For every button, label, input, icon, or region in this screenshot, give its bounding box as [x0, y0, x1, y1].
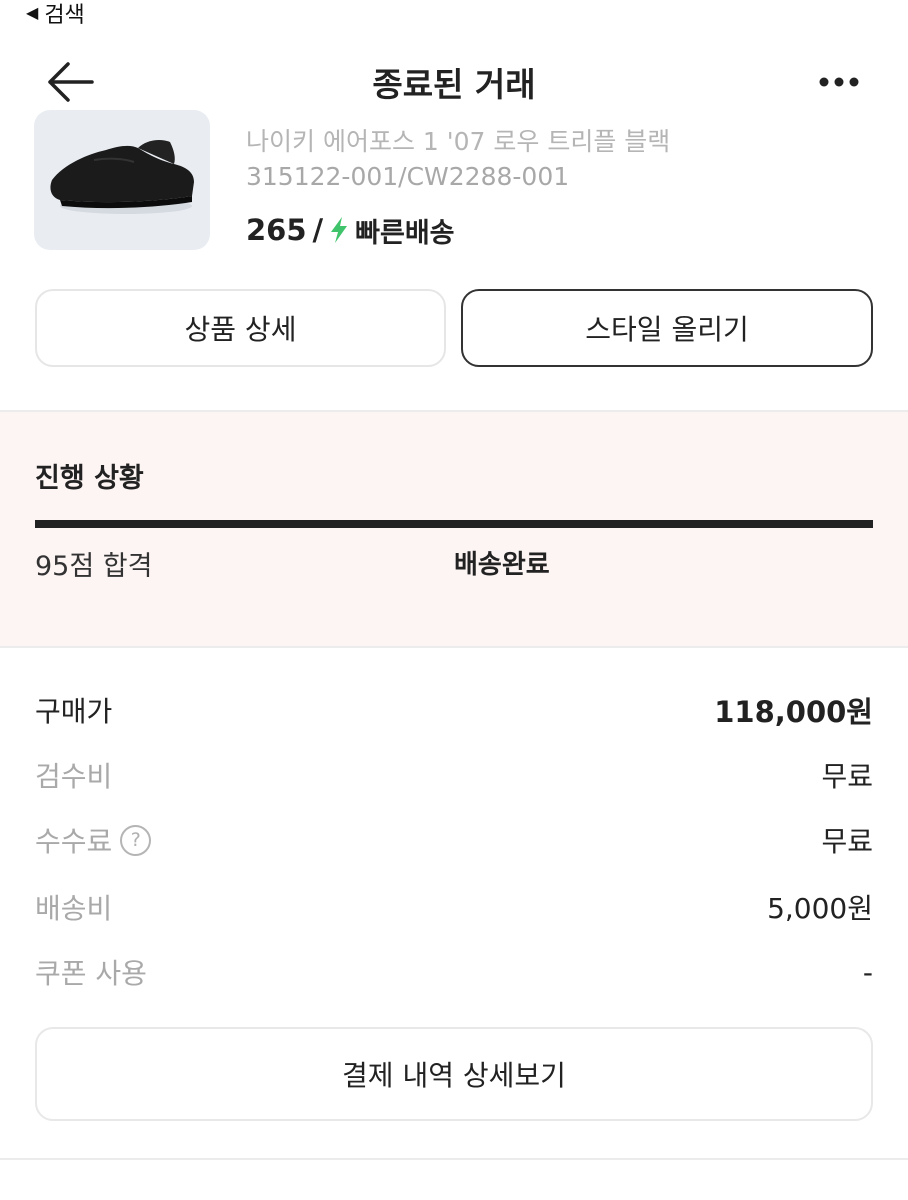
payment-detail-button[interactable]: 결제 내역 상세보기: [35, 1027, 873, 1121]
lightning-bolt-icon: [331, 217, 348, 243]
price-label: 배송비: [35, 892, 113, 925]
progress-section: 진행 상황 95점 합격 배송완료: [0, 412, 908, 646]
price-value: 무료: [821, 825, 873, 858]
product-detail-button[interactable]: 상품 상세: [35, 289, 446, 367]
help-question-icon[interactable]: ?: [120, 824, 152, 856]
price-label: 구매가: [35, 695, 113, 728]
section-divider: [0, 646, 908, 648]
price-row-coupon: 쿠폰 사용 -: [35, 952, 873, 992]
page-title: 종료된 거래: [372, 65, 536, 104]
price-row-inspection-fee: 검수비 무료: [35, 755, 873, 795]
progress-step-inspection: 95점 합격: [35, 551, 153, 582]
product-image[interactable]: [34, 110, 210, 250]
progress-bar: [35, 520, 873, 528]
trade-detail-page: ◀ 검색 종료된 거래 나이키 에어포스 1 '07 로우 트리플 블랙 315…: [0, 0, 908, 1200]
price-row-commission: 수수료 ? 무료: [35, 820, 873, 860]
price-value: 무료: [821, 760, 873, 793]
upload-style-button[interactable]: 스타일 올리기: [461, 289, 873, 367]
price-value: 118,000원: [714, 695, 873, 729]
fast-delivery-label: 빠른배송: [355, 217, 455, 249]
black-sneaker-image: [50, 140, 194, 214]
price-value: -: [862, 955, 873, 989]
price-value: 5,000원: [767, 892, 873, 925]
price-row-shipping: 배송비 5,000원: [35, 887, 873, 927]
product-size-delivery: 265 / 빠른배송: [246, 210, 455, 250]
status-bar-back-link[interactable]: ◀ 검색: [26, 0, 85, 28]
price-label-wrap: 수수료 ?: [35, 820, 152, 860]
product-model-code: 315122-001/CW2288-001: [246, 162, 570, 191]
progress-step-delivered: 배송완료: [454, 550, 550, 580]
price-row-purchase: 구매가 118,000원: [35, 690, 873, 730]
progress-bar-fill: [35, 520, 873, 528]
status-bar-back-label: 검색: [44, 3, 85, 28]
price-label: 검수비: [35, 760, 113, 793]
price-label: 수수료: [35, 825, 113, 858]
section-divider: [0, 1158, 908, 1160]
size-separator: /: [312, 213, 324, 247]
product-size: 265: [246, 213, 307, 247]
price-label: 쿠폰 사용: [35, 957, 147, 990]
back-triangle-icon: ◀: [26, 3, 39, 22]
progress-title: 진행 상황: [35, 463, 144, 494]
more-options-icon[interactable]: [818, 70, 860, 94]
product-name: 나이키 에어포스 1 '07 로우 트리플 블랙: [246, 127, 671, 156]
